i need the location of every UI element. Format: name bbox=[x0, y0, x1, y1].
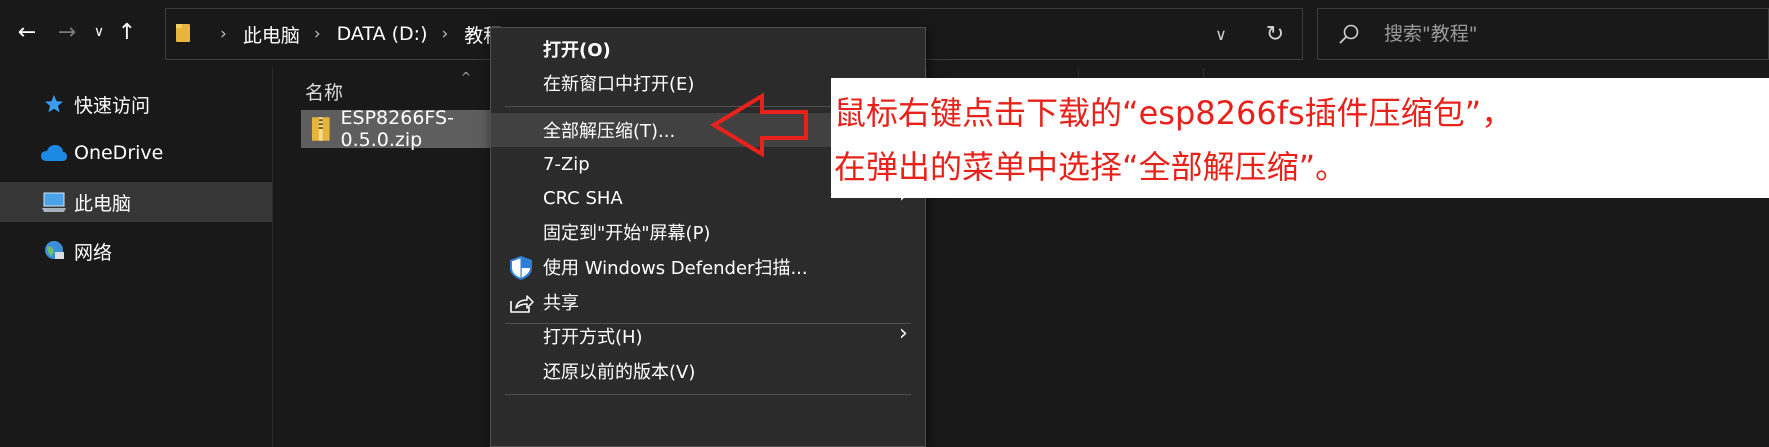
menu-item-pin-to-start[interactable]: 固定到"开始"屏幕(P) bbox=[491, 215, 925, 249]
search-box[interactable] bbox=[1317, 8, 1769, 60]
zip-folder-icon bbox=[311, 117, 330, 141]
search-input[interactable] bbox=[1384, 17, 1744, 51]
back-button[interactable]: ← bbox=[10, 14, 44, 50]
menu-item-restore-versions[interactable]: 还原以前的版本(V) bbox=[491, 354, 925, 388]
up-button[interactable]: ↑ bbox=[110, 14, 144, 50]
chevron-right-icon[interactable]: › bbox=[441, 24, 448, 44]
menu-item-label: 7-Zip bbox=[543, 153, 590, 175]
share-icon bbox=[510, 295, 534, 313]
star-icon bbox=[40, 92, 68, 116]
menu-item-label: 共享 bbox=[543, 293, 579, 314]
sidebar-item-label: 此电脑 bbox=[74, 192, 132, 215]
menu-separator bbox=[505, 394, 911, 395]
sidebar-item-label: OneDrive bbox=[74, 142, 164, 164]
menu-item-open-with[interactable]: 打开方式(H) › bbox=[491, 319, 925, 353]
sort-ascending-icon: ^ bbox=[461, 70, 472, 84]
computer-icon bbox=[40, 190, 68, 214]
annotation-line-2: 在弹出的菜单中选择“全部解压缩”。 bbox=[834, 148, 1348, 186]
network-icon bbox=[40, 239, 68, 263]
annotation-arrow bbox=[710, 92, 808, 158]
chevron-down-icon: ∨ bbox=[93, 24, 105, 40]
menu-item-label: 固定到"开始"屏幕(P) bbox=[543, 223, 711, 244]
chevron-right-icon[interactable]: › bbox=[220, 24, 227, 44]
menu-item-label: 还原以前的版本(V) bbox=[543, 362, 696, 383]
breadcrumb-this-pc[interactable]: 此电脑 bbox=[243, 21, 300, 48]
column-header-name[interactable]: 名称 bbox=[305, 78, 343, 105]
forward-button[interactable]: → bbox=[50, 14, 84, 50]
chevron-down-icon: ∨ bbox=[1215, 24, 1227, 44]
navigation-pane: 快速访问 OneDrive 此电脑 网络 bbox=[0, 68, 272, 447]
menu-item-label: 打开(O) bbox=[543, 40, 611, 61]
sidebar-item-quick-access[interactable]: 快速访问 bbox=[0, 84, 272, 124]
defender-shield-icon bbox=[510, 256, 532, 280]
refresh-icon: ↻ bbox=[1265, 21, 1285, 47]
arrow-right-icon: → bbox=[57, 19, 77, 45]
chevron-right-icon: › bbox=[899, 321, 908, 346]
menu-item-share[interactable]: 共享 bbox=[491, 285, 925, 319]
breadcrumb: › 此电脑 › DATA (D:) › 教程 bbox=[206, 9, 502, 59]
sidebar-item-label: 快速访问 bbox=[74, 94, 151, 117]
menu-item-label: 全部解压缩(T)... bbox=[543, 121, 676, 142]
menu-item-open[interactable]: 打开(O) bbox=[491, 32, 925, 66]
chevron-right-icon[interactable]: › bbox=[314, 24, 321, 44]
annotation-callout: 鼠标右键点击下载的“esp8266fs插件压缩包”， 在弹出的菜单中选择“全部解… bbox=[831, 78, 1769, 198]
menu-item-label: 使用 Windows Defender扫描... bbox=[543, 258, 808, 279]
sidebar-item-network[interactable]: 网络 bbox=[0, 231, 272, 271]
breadcrumb-data-drive[interactable]: DATA (D:) bbox=[337, 23, 428, 45]
annotation-line-1: 鼠标右键点击下载的“esp8266fs插件压缩包”， bbox=[834, 94, 1514, 132]
address-history-button[interactable]: ∨ bbox=[1201, 9, 1241, 59]
menu-item-label: 在新窗口中打开(E) bbox=[543, 74, 695, 95]
sidebar-item-this-pc[interactable]: 此电脑 bbox=[0, 182, 272, 222]
menu-item-defender-scan[interactable]: 使用 Windows Defender扫描... bbox=[491, 250, 925, 284]
menu-item-label: CRC SHA bbox=[543, 187, 623, 209]
folder-icon bbox=[176, 24, 190, 42]
sidebar-item-label: 网络 bbox=[74, 241, 113, 264]
arrow-up-icon: ↑ bbox=[117, 19, 137, 45]
sidebar-item-onedrive[interactable]: OneDrive bbox=[0, 133, 272, 173]
menu-item-label: 打开方式(H) bbox=[543, 327, 643, 348]
search-icon bbox=[1339, 24, 1359, 44]
refresh-button[interactable]: ↻ bbox=[1250, 9, 1300, 59]
cloud-icon bbox=[40, 141, 68, 165]
arrow-left-icon: ← bbox=[17, 19, 37, 45]
